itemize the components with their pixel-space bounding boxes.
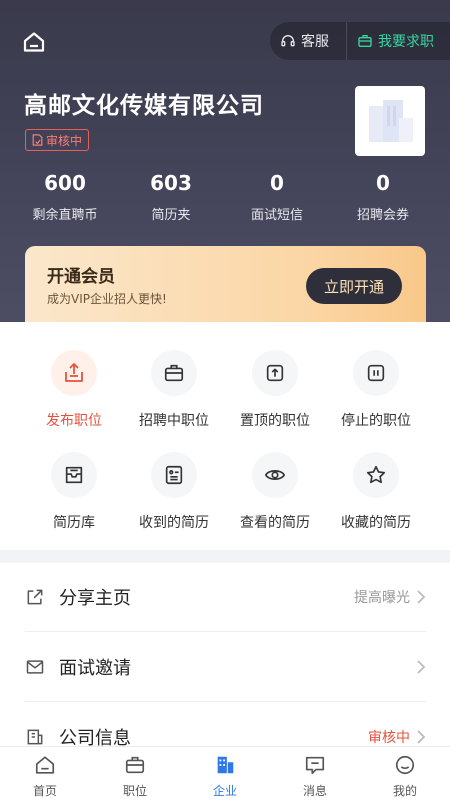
pin-top-icon	[252, 350, 298, 396]
list-item-hint: 提高曝光	[354, 590, 410, 606]
home-icon[interactable]	[22, 30, 50, 56]
stat-value: 0	[376, 171, 390, 195]
company-name: 高邮文化传媒有限公司	[24, 93, 264, 119]
headset-icon	[281, 35, 295, 47]
stat-job-fair-tickets[interactable]: 0 招聘会券	[330, 170, 436, 223]
customer-service-button[interactable]: 客服	[270, 22, 346, 60]
grid-label: 收到的简历	[139, 515, 209, 531]
building-placeholder-icon	[369, 100, 413, 142]
resume-icon	[151, 452, 197, 498]
profile-icon	[395, 755, 415, 775]
nav-jobs[interactable]: 职位	[90, 747, 180, 800]
list-item-hint: 审核中	[368, 730, 410, 746]
mail-icon	[26, 660, 44, 674]
company-info-icon	[27, 729, 43, 745]
vip-subtitle: 成为VIP企业招人更快!	[47, 292, 167, 306]
grid-label: 查看的简历	[240, 515, 310, 531]
grid-item-viewed-resumes[interactable]: 查看的简历	[219, 452, 331, 532]
chevron-right-icon	[417, 590, 426, 604]
stats-row: 600 剩余直聘币 603 简历夹 0 面试短信 0 招聘会券	[0, 170, 450, 223]
document-icon	[32, 134, 43, 146]
nav-label: 职位	[122, 784, 147, 798]
grid-label: 停止的职位	[341, 413, 411, 429]
grid-item-pinned-jobs[interactable]: 置顶的职位	[219, 350, 331, 430]
publish-icon	[51, 350, 97, 396]
stat-resume-folder[interactable]: 603 简历夹	[118, 170, 224, 223]
vip-title: 开通会员	[47, 267, 115, 287]
top-actions: 客服 我要求职	[270, 22, 450, 60]
stat-interview-sms[interactable]: 0 面试短信	[224, 170, 330, 223]
vip-open-button[interactable]: 立即开通	[306, 268, 402, 304]
grid-label: 置顶的职位	[240, 413, 310, 429]
inbox-icon	[51, 452, 97, 498]
stat-value: 603	[150, 171, 192, 195]
grid-item-resume-library[interactable]: 简历库	[18, 452, 130, 532]
grid-label: 简历库	[53, 515, 95, 531]
grid-label: 发布职位	[46, 413, 102, 429]
briefcase-icon	[358, 35, 372, 47]
company-logo[interactable]	[355, 86, 425, 156]
stat-label: 面试短信	[250, 208, 303, 223]
list-item-interview-invite[interactable]: 面试邀请	[25, 633, 426, 702]
bottom-nav: 首页 职位 企业 消息 我的	[0, 746, 450, 800]
stat-value: 0	[270, 171, 284, 195]
list-item-label: 分享主页	[59, 588, 131, 609]
vip-banner: 开通会员 成为VIP企业招人更快! 立即开通	[25, 246, 426, 332]
briefcase-icon	[151, 350, 197, 396]
nav-label: 企业	[212, 784, 237, 798]
stat-label: 招聘会券	[356, 208, 409, 223]
status-badge: 审核中	[25, 129, 90, 151]
nav-profile[interactable]: 我的	[360, 747, 450, 800]
nav-label: 消息	[302, 784, 327, 798]
customer-service-label: 客服	[301, 34, 329, 50]
briefcase-icon	[125, 756, 145, 774]
grid-label: 招聘中职位	[139, 413, 209, 429]
pause-icon	[353, 350, 399, 396]
grid-item-publish-job[interactable]: 发布职位	[18, 350, 130, 430]
nav-home[interactable]: 首页	[0, 747, 90, 800]
stat-coins[interactable]: 600 剩余直聘币	[12, 170, 118, 223]
eye-icon	[252, 452, 298, 498]
home-icon	[35, 756, 55, 774]
message-icon	[305, 756, 325, 775]
chevron-right-icon	[417, 660, 426, 674]
grid-item-active-jobs[interactable]: 招聘中职位	[118, 350, 230, 430]
stat-value: 600	[44, 171, 86, 195]
status-badge-label: 审核中	[46, 133, 83, 148]
grid-label: 收藏的简历	[341, 515, 411, 531]
chevron-right-icon	[417, 730, 426, 744]
grid-item-saved-resumes[interactable]: 收藏的简历	[320, 452, 432, 532]
nav-label: 首页	[32, 784, 57, 798]
job-seek-button[interactable]: 我要求职	[346, 22, 450, 60]
company-header: 客服 我要求职 高邮文化传媒有限公司 审核中 600 剩余直聘币 603 简历夹…	[0, 0, 450, 332]
job-seek-label: 我要求职	[378, 34, 434, 50]
nav-company[interactable]: 企业	[180, 747, 270, 800]
grid-item-received-resumes[interactable]: 收到的简历	[118, 452, 230, 532]
stat-label: 剩余直聘币	[32, 208, 98, 223]
list-item-label: 面试邀请	[59, 658, 131, 679]
grid-item-stopped-jobs[interactable]: 停止的职位	[320, 350, 432, 430]
options-list: 分享主页 提高曝光 面试邀请 公司信息 审核中	[0, 563, 450, 753]
share-icon	[27, 589, 43, 605]
nav-messages[interactable]: 消息	[270, 747, 360, 800]
building-icon	[217, 756, 234, 774]
feature-grid: 发布职位 招聘中职位 置顶的职位 停止的职位 简历库 收到的简历 查看的简历 收…	[0, 322, 450, 550]
nav-label: 我的	[392, 784, 417, 798]
star-icon	[353, 452, 399, 498]
list-item-share-homepage[interactable]: 分享主页 提高曝光	[25, 563, 426, 632]
stat-label: 简历夹	[151, 208, 191, 223]
